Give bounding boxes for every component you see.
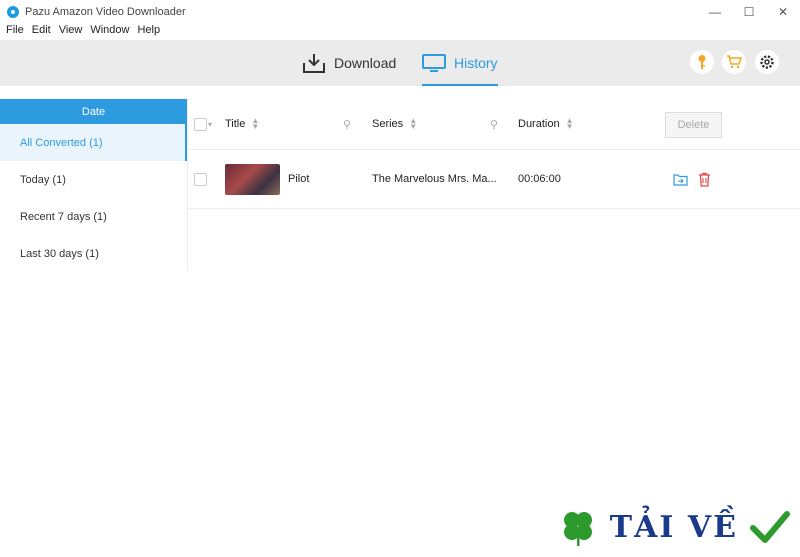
tab-history[interactable]: History [422,40,498,86]
sort-icon: ▲ ▼ [409,116,418,131]
maximize-button[interactable]: ☐ [732,0,766,24]
open-folder-icon[interactable] [673,150,688,208]
key-button[interactable] [690,50,714,74]
sidebar-header: Date [0,99,187,124]
gear-icon [760,55,774,69]
title-search-icon[interactable]: ⚲ [343,99,351,149]
window-controls: — ☐ ✕ [698,0,800,24]
trash-icon[interactable] [698,150,711,208]
close-button[interactable]: ✕ [766,0,800,24]
video-series: The Marvelous Mrs. Ma... [372,173,497,185]
sort-icon: ▲ ▼ [251,116,260,131]
date-filter-sidebar: Date All Converted (1) Today (1) Recent … [0,99,188,271]
app-logo-icon [7,6,19,18]
clover-icon [563,512,592,546]
menu-bar: File Edit View Window Help [0,24,162,40]
video-thumbnail [225,150,280,208]
video-title: Pilot [288,173,310,185]
monitor-icon [422,54,446,72]
menu-help[interactable]: Help [137,24,160,40]
menu-window[interactable]: Window [90,24,129,40]
minimize-button[interactable]: — [698,0,732,24]
sort-icon: ▲ ▼ [565,116,574,131]
cart-button[interactable] [722,50,746,74]
title-column-header[interactable]: Title ▲ ▼ [225,99,259,149]
watermark-text: TẢI VỀ [609,509,738,545]
series-search-icon[interactable]: ⚲ [490,99,498,149]
title-bar: Pazu Amazon Video Downloader — ☐ ✕ [0,0,800,24]
download-icon [303,54,325,73]
toolbar: Download History [0,40,800,86]
sidebar-item-last-30-days[interactable]: Last 30 days (1) [0,235,187,272]
sidebar-item-today[interactable]: Today (1) [0,161,187,198]
tab-download[interactable]: Download [302,40,396,86]
menu-view[interactable]: View [59,24,83,40]
tab-download-label: Download [334,55,397,71]
select-dropdown-chevron-icon[interactable]: ▾ [208,99,212,149]
duration-column-header[interactable]: Duration ▲ ▼ [518,99,574,149]
key-icon [698,55,706,69]
sidebar-item-all-converted[interactable]: All Converted (1) [0,124,187,161]
sidebar-item-recent-7-days[interactable]: Recent 7 days (1) [0,198,187,235]
window-title: Pazu Amazon Video Downloader [25,6,186,18]
watermark: TẢI VỀ [558,507,790,547]
select-all-checkbox[interactable] [194,99,207,149]
table-header: ▾ Title ▲ ▼ ⚲ Series ▲ ▼ ⚲ Duration ▲ ▼ Del… [188,99,800,150]
menu-edit[interactable]: Edit [32,24,51,40]
tab-history-label: History [454,55,498,71]
history-table: ▾ Title ▲ ▼ ⚲ Series ▲ ▼ ⚲ Duration ▲ ▼ Del… [188,99,800,209]
cart-icon [727,55,742,69]
series-column-header[interactable]: Series ▲ ▼ [372,99,417,149]
menu-file[interactable]: File [6,24,24,40]
row-checkbox[interactable] [194,150,207,208]
checkmark-icon [750,511,790,543]
settings-button[interactable] [755,50,779,74]
delete-button[interactable]: Delete [665,112,722,138]
table-row: Pilot The Marvelous Mrs. Ma... 00:06:00 [188,150,800,209]
video-duration: 00:06:00 [518,173,561,185]
